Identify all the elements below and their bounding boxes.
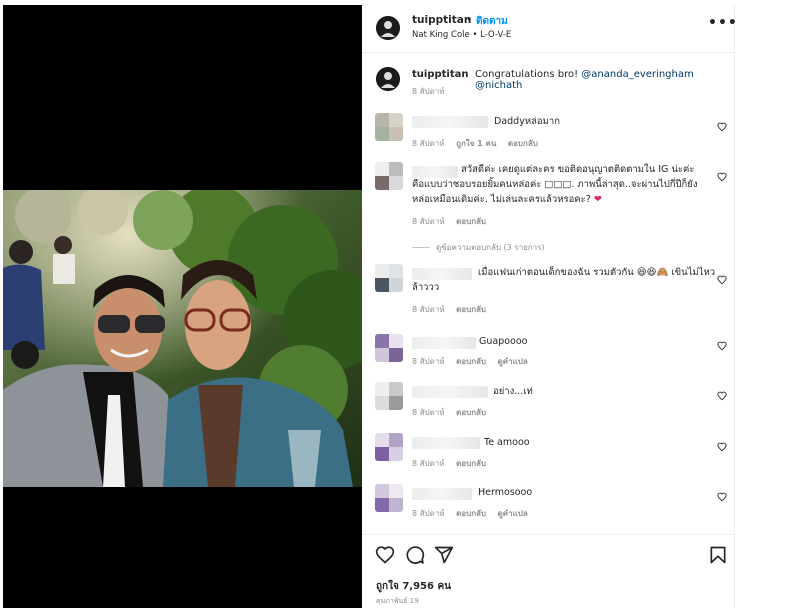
- comment-avatar[interactable]: [375, 382, 403, 410]
- comment-time: 8 สัปดาห์: [412, 509, 445, 518]
- post-header: tuipptitan • ติดตาม Nat King Cole • L-O-…: [362, 5, 738, 53]
- comment-meta: 8 สัปดาห์ ตอบกลับ: [412, 303, 495, 316]
- comment-text: คือแบบว่าชอบรอยยิ้มคนหล่อค่ะ □□□. ภาพนี้…: [412, 179, 698, 190]
- comment-time: 8 สัปดาห์: [412, 305, 445, 314]
- emoji-faces: 😆😆🙈: [636, 267, 669, 278]
- view-replies-button[interactable]: ดูข้อความตอบกลับ (3 รายการ): [412, 241, 545, 254]
- reply-button[interactable]: ตอบกลับ: [456, 217, 486, 226]
- comment-text: สวัสดีค่ะ เคยดูแต่ละคร ขอติดอนุญาตติดตาม…: [461, 164, 695, 175]
- like-comment-icon[interactable]: [717, 172, 727, 182]
- comment-avatar[interactable]: [375, 264, 403, 292]
- replies-divider: [412, 247, 430, 248]
- view-replies-label: ดูข้อความตอบกลับ (3 รายการ): [436, 243, 545, 252]
- mention-link[interactable]: @ananda_everingham: [581, 69, 693, 80]
- comment-meta: 8 สัปดาห์ ตอบกลับ ดูคำแปล: [412, 355, 537, 368]
- comment-text: Hermosooo: [478, 487, 533, 498]
- caption-text: Congratulations bro! @ananda_everingham …: [475, 69, 734, 91]
- blurred-username: [412, 488, 472, 500]
- comment-avatar[interactable]: [375, 113, 403, 141]
- comment-text-line: เขินไม่ไหว: [671, 267, 716, 278]
- translate-button[interactable]: ดูคำแปล: [498, 357, 528, 366]
- comment-text: Te amooo: [484, 437, 530, 448]
- header-username[interactable]: tuipptitan: [412, 14, 471, 26]
- post-media[interactable]: [3, 5, 362, 608]
- like-comment-icon[interactable]: [717, 275, 727, 285]
- blurred-username: [412, 386, 488, 398]
- reply-button[interactable]: ตอบกลับ: [456, 408, 486, 417]
- blurred-username: [412, 268, 472, 280]
- mention-link[interactable]: @nichath: [475, 80, 522, 91]
- likes-count[interactable]: ถูกใจ 7,956 คน: [376, 579, 451, 594]
- caption-time: 8 สัปดาห์: [412, 87, 445, 96]
- post-sidebar: tuipptitan • ติดตาม Nat King Cole • L-O-…: [362, 5, 738, 608]
- translate-button[interactable]: ดูคำแปล: [498, 509, 528, 518]
- blurred-username: [412, 437, 480, 449]
- like-comment-icon[interactable]: [717, 442, 727, 452]
- reply-button[interactable]: ตอบกลับ: [508, 139, 538, 148]
- like-comment-icon[interactable]: [717, 492, 727, 502]
- comment-text: Daddyหล่อมาก: [494, 116, 560, 127]
- comment-text: หล่อเหมือนเดิมค่ะ. ไม่เล่นละครแล้วหรอคะ?…: [412, 193, 602, 207]
- reply-button[interactable]: ตอบกลับ: [456, 305, 486, 314]
- like-comment-icon[interactable]: [717, 122, 727, 132]
- bookmark-icon[interactable]: [708, 545, 728, 565]
- comment-time: 8 สัปดาห์: [412, 139, 445, 148]
- reply-button[interactable]: ตอบกลับ: [456, 509, 486, 518]
- comment-text: ล้าววว: [412, 282, 440, 293]
- caption-username[interactable]: tuipptitan: [412, 69, 469, 80]
- comment-text: Guapoooo: [479, 336, 528, 347]
- comment-time: 8 สัปดาห์: [412, 408, 445, 417]
- comment-avatar[interactable]: [375, 334, 403, 362]
- action-bar: ถูกใจ 7,956 คน คุมภาพันธ์ 19: [362, 534, 735, 608]
- reply-button[interactable]: ตอบกลับ: [456, 459, 486, 468]
- header-separator: •: [466, 13, 473, 26]
- comment-meta: 8 สัปดาห์ ตอบกลับ ดูคำแปล: [412, 507, 537, 520]
- comment-meta: 8 สัปดาห์ ตอบกลับ: [412, 457, 495, 470]
- comment-meta: 8 สัปดาห์ ตอบกลับ: [412, 215, 495, 228]
- blurred-username: [412, 166, 458, 178]
- comment-avatar[interactable]: [375, 162, 403, 190]
- post-photo: [3, 190, 362, 487]
- selfie-photo: [3, 190, 362, 487]
- comment-time: 8 สัปดาห์: [412, 357, 445, 366]
- comment-text-line: หล่อเหมือนเดิมค่ะ. ไม่เล่นละครแล้วหรอคะ?: [412, 194, 591, 205]
- reply-button[interactable]: ตอบกลับ: [456, 357, 486, 366]
- follow-button[interactable]: ติดตาม: [476, 14, 508, 29]
- post-date: คุมภาพันธ์ 19: [376, 597, 419, 605]
- comment-time: 8 สัปดาห์: [412, 217, 445, 226]
- comment-meta: 8 สัปดาห์ ตอบกลับ: [412, 406, 495, 419]
- caption-body: Congratulations bro!: [475, 69, 579, 80]
- comment-likes[interactable]: ถูกใจ 1 คน: [456, 139, 496, 148]
- comment-text: อย่าง...เท่: [493, 386, 533, 397]
- comment-avatar[interactable]: [375, 484, 403, 512]
- comment-avatar[interactable]: [375, 433, 403, 461]
- red-heart-emoji: ❤: [593, 194, 602, 205]
- blurred-username: [412, 116, 488, 128]
- comment-icon[interactable]: [405, 545, 425, 565]
- comment-meta: 8 สัปดาห์ ถูกใจ 1 คน ตอบกลับ: [412, 137, 547, 150]
- caption-avatar[interactable]: [376, 67, 400, 91]
- comment-text: เมื่อแฟนเก่าตอนเด็กของฉัน รวมตัวกัน 😆😆🙈 …: [478, 266, 715, 280]
- more-icon[interactable]: •••: [708, 15, 738, 31]
- share-icon[interactable]: [434, 545, 454, 565]
- blurred-username: [412, 337, 476, 349]
- like-comment-icon[interactable]: [717, 391, 727, 401]
- comment-time: 8 สัปดาห์: [412, 459, 445, 468]
- like-comment-icon[interactable]: [717, 341, 727, 351]
- comment-text-line: เมื่อแฟนเก่าตอนเด็กของฉัน รวมตัวกัน: [478, 267, 634, 278]
- heart-icon[interactable]: [375, 545, 395, 565]
- avatar[interactable]: [376, 16, 400, 40]
- audio-subtitle[interactable]: Nat King Cole • L-O-V-E: [412, 30, 511, 40]
